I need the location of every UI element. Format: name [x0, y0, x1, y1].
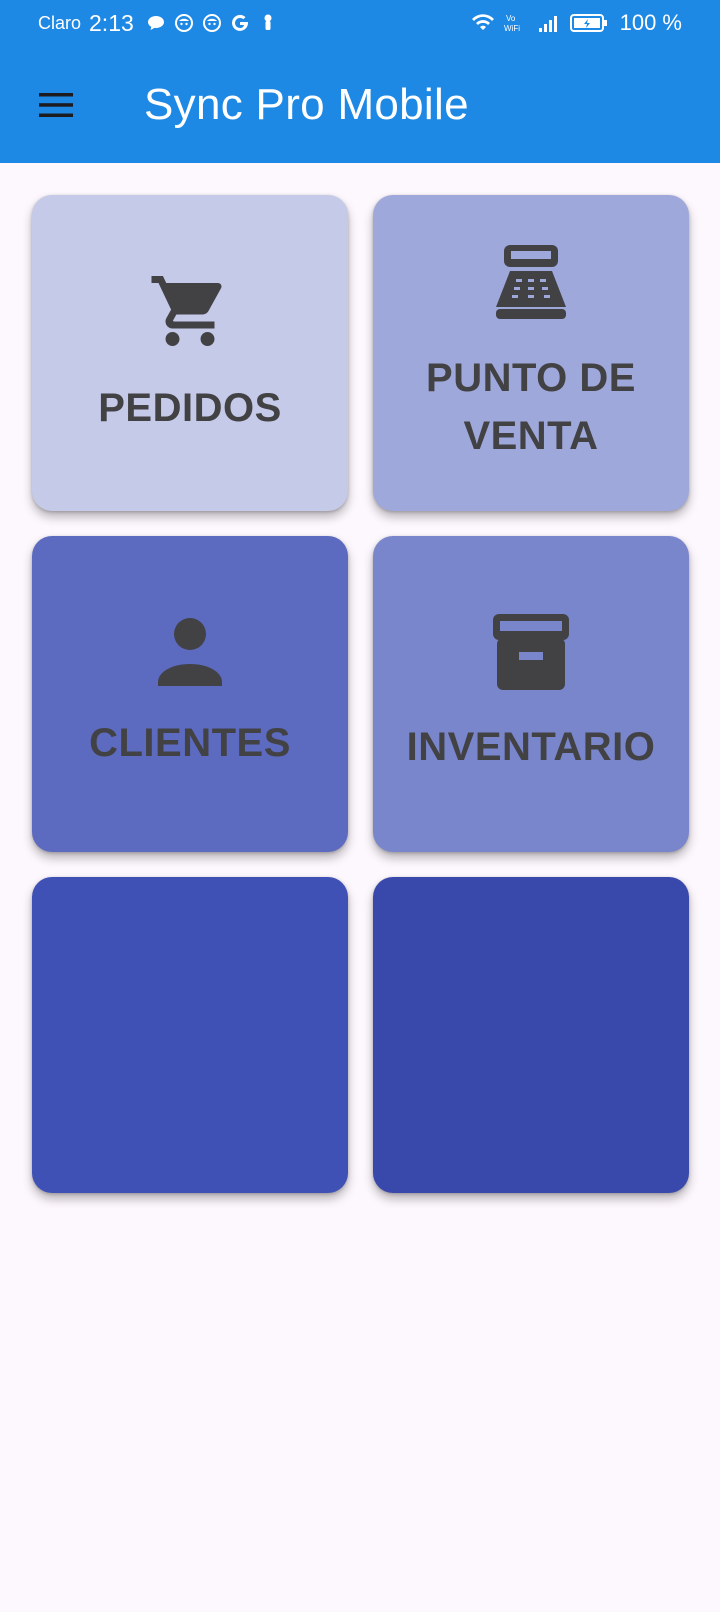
cash-register-icon — [490, 241, 572, 323]
menu-button[interactable] — [0, 46, 112, 163]
face-icon — [202, 13, 222, 33]
svg-text:Vo: Vo — [506, 14, 516, 23]
tile-clientes[interactable]: CLIENTES — [32, 536, 348, 852]
tile-pedidos[interactable]: PEDIDOS — [32, 195, 348, 511]
location-pin-icon — [258, 13, 278, 33]
archive-box-icon — [491, 612, 571, 692]
tile-label: PEDIDOS — [98, 386, 282, 430]
signal-icon — [538, 13, 562, 33]
face-icon — [174, 13, 194, 33]
hamburger-menu-icon — [39, 92, 73, 117]
carrier-name: Claro — [38, 12, 82, 33]
tile-empty-1[interactable] — [32, 877, 348, 1193]
tile-punto-de-venta[interactable]: PUNTO DE VENTA — [373, 195, 689, 511]
module-grid: PEDIDOS PUNTO DE VENTA CLIENTES INVENTAR… — [32, 195, 689, 1193]
cart-icon — [148, 269, 232, 353]
tile-label: INVENTARIO — [406, 725, 656, 769]
wifi-icon — [470, 13, 496, 33]
status-clock: 2:13 — [89, 9, 134, 36]
person-icon — [154, 616, 226, 688]
status-bar-right: Vo WiFi 100 % — [470, 10, 682, 36]
page-title: Sync Pro Mobile — [144, 79, 469, 129]
app-bar: Sync Pro Mobile — [0, 46, 720, 163]
tile-inventario[interactable]: INVENTARIO — [373, 536, 689, 852]
status-bar: Claro 2:13 Vo WiFi 100 % — [0, 0, 720, 46]
tile-label: PUNTO DE VENTA — [426, 356, 636, 458]
svg-text:WiFi: WiFi — [504, 24, 520, 33]
chat-bubble-icon — [146, 13, 166, 33]
tile-empty-2[interactable] — [373, 877, 689, 1193]
tile-label: CLIENTES — [89, 721, 291, 765]
battery-percent: 100 % — [619, 10, 682, 35]
vowifi-icon: Vo WiFi — [504, 13, 530, 33]
status-bar-left: Claro 2:13 — [38, 10, 278, 37]
google-icon — [230, 13, 250, 33]
battery-charging-icon — [569, 13, 608, 33]
